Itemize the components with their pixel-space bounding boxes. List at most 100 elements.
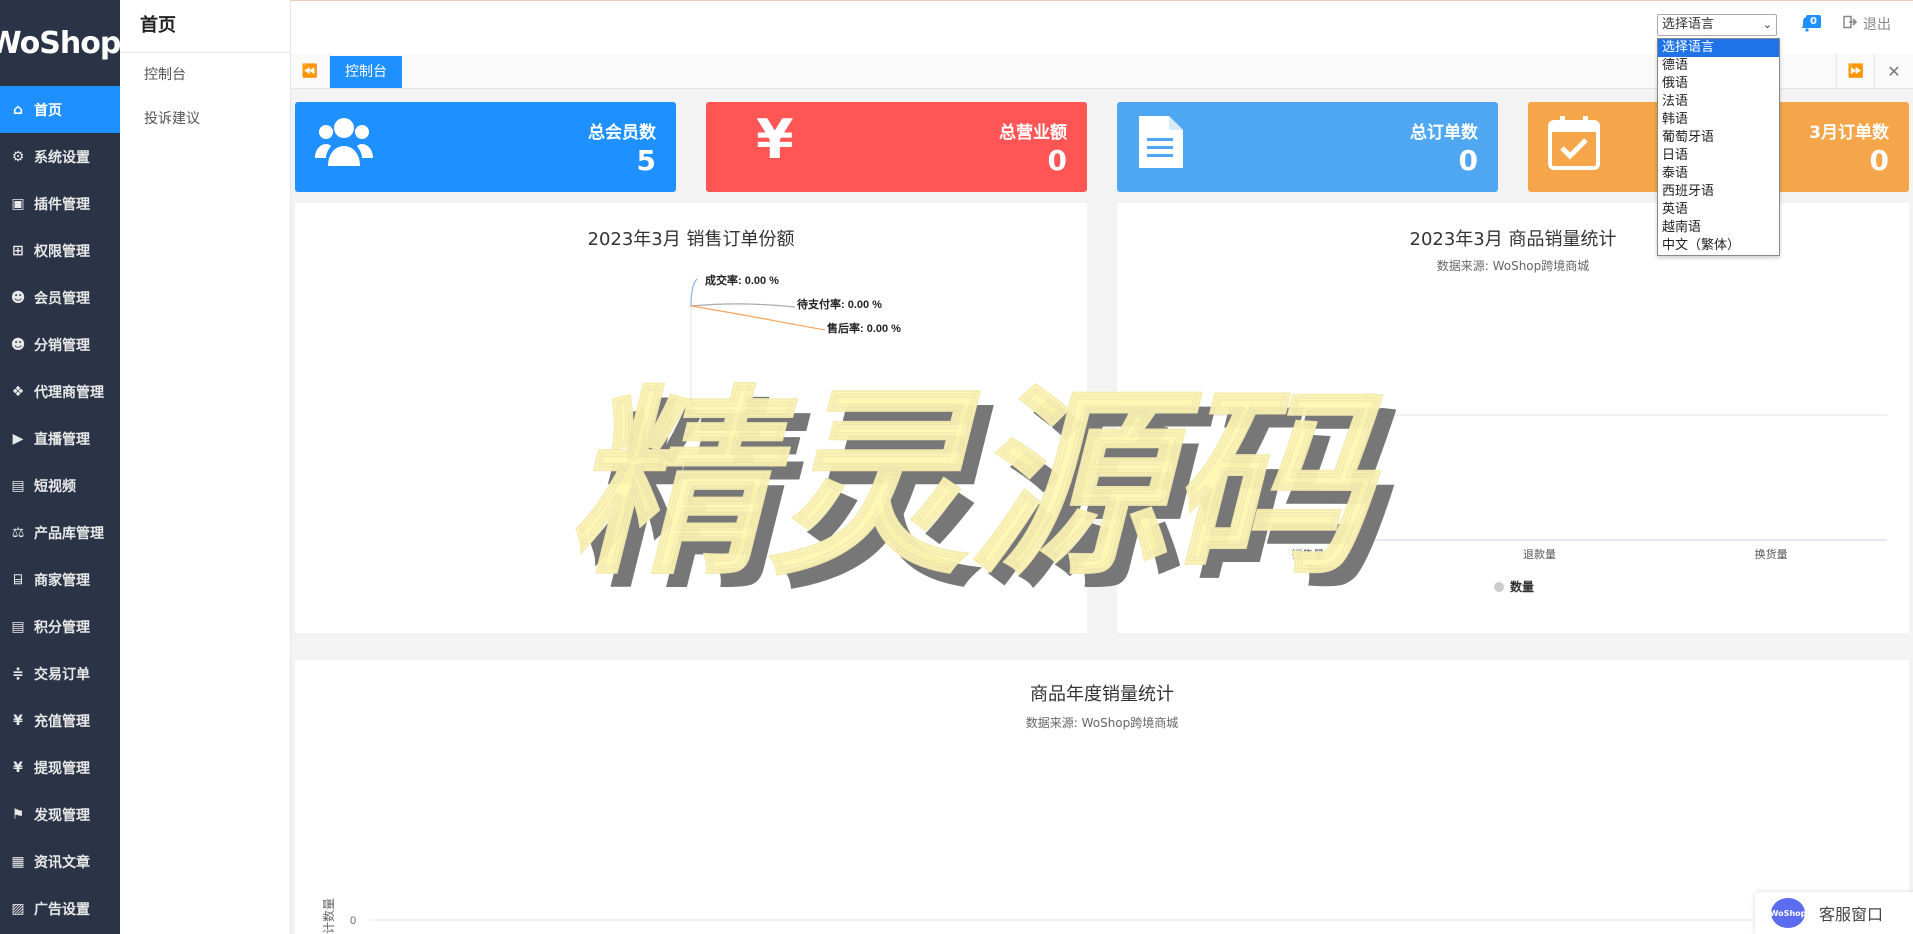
notification-badge: 0 xyxy=(1806,15,1821,28)
sidebar-menu: ⌂ 首页 ⚙ 系统设置 ▣ 插件管理 ⊞ 权限管理 ☻ 会员管理 ☻ 分销管理 ❖ 代理商管理 ▶ 直播管理 ▤… xyxy=(0,86,120,932)
language-option[interactable]: 俄语 xyxy=(1658,75,1779,93)
language-option[interactable]: 中文（繁体） xyxy=(1658,237,1779,255)
language-option[interactable]: 泰语 xyxy=(1658,165,1779,183)
y-tick-label: 0 xyxy=(350,915,356,927)
sidebar-item-10[interactable]: ⌸ 商家管理 xyxy=(0,556,120,603)
sidebar-item-1[interactable]: ⚙ 系统设置 xyxy=(0,133,120,180)
sidebar-item-12[interactable]: ≑ 交易订单 xyxy=(0,650,120,697)
stat-card-members: 总会员数 5 xyxy=(295,102,676,192)
tab-console[interactable]: 控制台 xyxy=(330,56,402,88)
language-select-value: 选择语言 xyxy=(1662,17,1715,32)
stat-value: 0 xyxy=(1458,144,1478,177)
y-axis-label: 计数量 xyxy=(321,898,336,934)
language-option[interactable]: 选择语言 xyxy=(1658,39,1779,57)
pie-data-label: 待支付率: 0.00 % xyxy=(796,297,882,311)
language-option[interactable]: 韩语 xyxy=(1658,111,1779,129)
sidebar-item-label: 商家管理 xyxy=(34,572,90,589)
sidebar-item-5[interactable]: ☻ 分销管理 xyxy=(0,321,120,368)
sidebar-item-14[interactable]: ¥ 提现管理 xyxy=(0,744,120,791)
users-icon xyxy=(315,114,373,174)
sidebar-item-4[interactable]: ☻ 会员管理 xyxy=(0,274,120,321)
yen-icon: ¥ xyxy=(13,759,23,776)
sidebar-item-6[interactable]: ❖ 代理商管理 xyxy=(0,368,120,415)
sidebar-item-label: 交易订单 xyxy=(34,666,90,683)
stat-value: 5 xyxy=(636,144,656,177)
sidebar-item-label: 系统设置 xyxy=(34,149,90,166)
annual-chart-panel: 商品年度销量统计 数据来源: WoShop跨境商城 0 计数量 xyxy=(295,660,1909,934)
newspaper-icon: ▦ xyxy=(11,853,25,870)
sidebar-item-label: 充值管理 xyxy=(34,713,90,730)
sidebar-item-label: 产品库管理 xyxy=(34,525,104,542)
pie-leader-line xyxy=(690,278,698,307)
sidebar-item-label: 直播管理 xyxy=(34,431,90,448)
tab-scroll-left-icon[interactable]: ⏪ xyxy=(291,54,330,88)
sidebar-item-15[interactable]: ⚑ 发现管理 xyxy=(0,791,120,838)
bar-chart: 0 销售量 退款量 换货量数量 xyxy=(1172,410,1887,594)
sidebar-item-11[interactable]: ▤ 积分管理 xyxy=(0,603,120,650)
users-icon: ☻ xyxy=(10,336,26,353)
language-option[interactable]: 法语 xyxy=(1658,93,1779,111)
sidebar-item-label: 发现管理 xyxy=(34,807,90,824)
logo[interactable]: WoShop 商城 xyxy=(0,0,131,86)
yen-icon: ¥ xyxy=(756,108,794,171)
sidebar-item-label: 权限管理 xyxy=(34,243,90,260)
sitemap-icon: ⊞ xyxy=(12,242,24,259)
sidebar-item-0[interactable]: ⌂ 首页 xyxy=(0,86,120,133)
sidebar-item-label: 短视频 xyxy=(34,478,76,495)
customer-service-button[interactable]: WoShop 客服窗口 xyxy=(1755,892,1913,934)
stat-value: 0 xyxy=(1869,144,1889,177)
language-option[interactable]: 德语 xyxy=(1658,57,1779,75)
pie-leader-line xyxy=(690,303,796,308)
logout-button[interactable]: 退出 xyxy=(1843,14,1891,34)
sub-nav-item-console[interactable]: 控制台 xyxy=(120,53,290,97)
sidebar-item-3[interactable]: ⊞ 权限管理 xyxy=(0,227,120,274)
plugin-icon: ▣ xyxy=(11,195,25,212)
language-option[interactable]: 越南语 xyxy=(1658,219,1779,237)
yen-icon: ¥ xyxy=(13,712,23,729)
tab-scroll-right-icon[interactable]: ⏩ xyxy=(1836,54,1875,88)
language-select[interactable]: 选择语言 ⌄ xyxy=(1657,14,1777,36)
file-icon: ▤ xyxy=(11,618,25,635)
video-icon: ▶ xyxy=(12,430,24,447)
sidebar-item-9[interactable]: ⚖ 产品库管理 xyxy=(0,509,120,556)
sidebar-item-7[interactable]: ▶ 直播管理 xyxy=(0,415,120,462)
home-icon: ⌂ xyxy=(12,101,24,118)
language-option[interactable]: 英语 xyxy=(1658,201,1779,219)
sub-nav-item-complaints[interactable]: 投诉建议 xyxy=(120,97,290,141)
flag-icon: ⚑ xyxy=(11,806,25,823)
calendar-check-icon xyxy=(1548,114,1600,174)
stat-card-revenue: ¥ 总营业额 0 xyxy=(706,102,1087,192)
file-icon: ▤ xyxy=(11,477,25,494)
x-tick-label: 换货量 xyxy=(1755,547,1788,561)
chevron-down-icon: ⌄ xyxy=(1762,18,1772,31)
stat-label: 3月订单数 xyxy=(1809,123,1889,143)
stat-label: 总会员数 xyxy=(588,123,656,143)
bank-icon: ⌸ xyxy=(13,571,23,588)
sub-navigation: 首页 控制台 投诉建议 xyxy=(120,0,291,934)
pie-data-label: 售后率: 0.00 % xyxy=(826,321,901,335)
close-icon[interactable]: ✕ xyxy=(1874,54,1913,88)
sidebar-item-label: 插件管理 xyxy=(34,196,90,213)
logout-label: 退出 xyxy=(1863,17,1891,33)
language-option[interactable]: 葡萄牙语 xyxy=(1658,129,1779,147)
sidebar-item-2[interactable]: ▣ 插件管理 xyxy=(0,180,120,227)
annual-chart: 0 计数量 xyxy=(321,898,1895,934)
pie-chart-panel: 2023年3月 销售订单份额 成交率: 0.00 % 待支付率: 0.00 % 售后… xyxy=(295,203,1087,633)
money-icon: ≑ xyxy=(12,665,24,682)
sidebar-item-17[interactable]: ▨ 广告设置 xyxy=(0,885,120,932)
stat-label: 总营业额 xyxy=(999,123,1067,143)
y-tick-label: 0 xyxy=(1172,410,1178,422)
logo-text: WoShop xyxy=(0,25,121,61)
sidebar-item-13[interactable]: ¥ 充值管理 xyxy=(0,697,120,744)
pie-data-label: 成交率: 0.00 % xyxy=(705,273,779,287)
sidebar-item-label: 首页 xyxy=(34,102,62,119)
language-option[interactable]: 日语 xyxy=(1658,147,1779,165)
customer-service-label: 客服窗口 xyxy=(1819,905,1884,924)
bar-chart-panel: 2023年3月 商品销量统计 数据来源: WoShop跨境商城 0 销售量 退款量换… xyxy=(1117,203,1909,633)
sidebar-item-8[interactable]: ▤ 短视频 xyxy=(0,462,120,509)
gear-icon: ⚙ xyxy=(11,148,25,165)
x-tick-label: 退款量 xyxy=(1523,547,1556,561)
language-option[interactable]: 西班牙语 xyxy=(1658,183,1779,201)
sidebar-item-16[interactable]: ▦ 资讯文章 xyxy=(0,838,120,885)
legend-label: 数量 xyxy=(1510,579,1534,594)
